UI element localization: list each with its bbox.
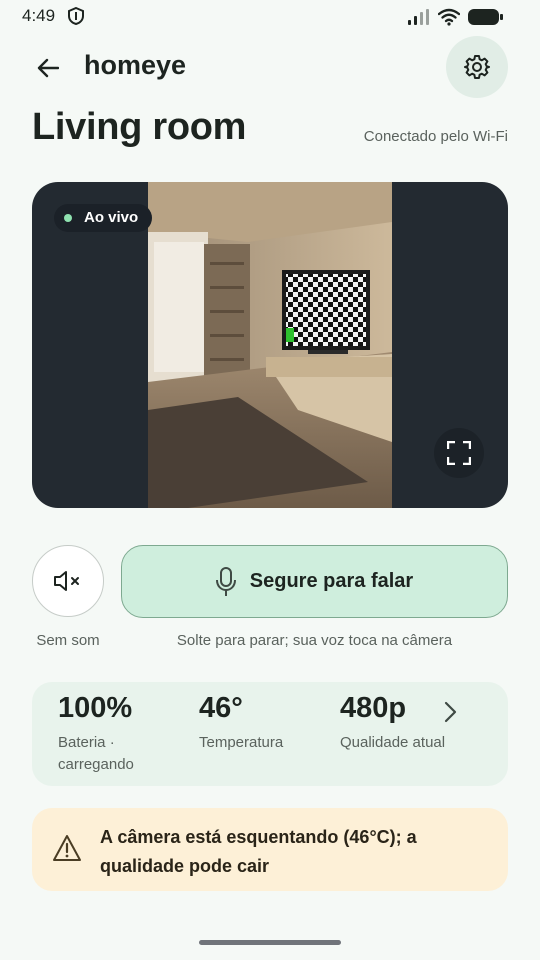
chevron-right-icon[interactable] bbox=[442, 700, 458, 724]
temperature-value: 46° bbox=[199, 692, 243, 724]
live-indicator-dot bbox=[64, 214, 72, 222]
battery-stat: 100% Bateria · carregando bbox=[58, 692, 168, 776]
mute-label: Sem som bbox=[36, 632, 100, 649]
warning-text: A câmera está esquentando (46°C); a qual… bbox=[100, 827, 417, 876]
shield-icon bbox=[68, 6, 84, 30]
quality-value: 480p bbox=[340, 692, 407, 724]
stats-card: 100% Bateria · carregando 46° Temperatur… bbox=[32, 682, 508, 786]
overheat-warning: A câmera está esquentando (46°C); a qual… bbox=[32, 808, 508, 891]
live-badge: Ao vivo bbox=[54, 204, 153, 232]
status-time: 4:49 bbox=[22, 6, 56, 25]
quality-stat[interactable]: 480p Qualidade atual bbox=[340, 692, 445, 754]
status-bar: 4:49 bbox=[0, 0, 540, 32]
settings-button[interactable] bbox=[446, 36, 508, 98]
arrow-left-icon bbox=[37, 58, 59, 78]
temperature-label: Temperatura bbox=[199, 734, 284, 751]
room-title: Living room bbox=[32, 106, 247, 148]
fullscreen-button[interactable] bbox=[434, 428, 484, 478]
mute-button[interactable] bbox=[32, 545, 104, 617]
signal-icon bbox=[408, 9, 430, 30]
quality-label: Qualidade atual bbox=[340, 734, 446, 751]
home-indicator[interactable] bbox=[199, 940, 341, 945]
status-icons bbox=[408, 8, 504, 31]
speaker-muted-icon bbox=[54, 571, 79, 591]
battery-icon bbox=[468, 8, 504, 31]
connection-status: Conectado pelo Wi-Fi bbox=[363, 128, 508, 145]
wifi-icon bbox=[437, 8, 461, 31]
push-to-talk-label: Segure para falar bbox=[249, 570, 414, 592]
push-to-talk-hint: Solte para parar; sua voz toca na câmera bbox=[176, 632, 453, 649]
live-video-card[interactable]: Ao vivo bbox=[32, 182, 508, 508]
microphone-icon bbox=[215, 566, 236, 596]
live-label: Ao vivo bbox=[84, 209, 139, 226]
fullscreen-icon bbox=[447, 441, 471, 465]
gear-icon bbox=[464, 55, 490, 79]
push-to-talk-button[interactable]: Segure para falar bbox=[121, 545, 508, 618]
warning-icon bbox=[53, 835, 81, 861]
app-bar: homeye bbox=[0, 36, 540, 100]
battery-label: Bateria · carregando bbox=[58, 734, 134, 773]
camera-feed bbox=[148, 182, 392, 508]
temperature-stat: 46° Temperatura bbox=[199, 692, 283, 754]
app-title: homeye bbox=[84, 50, 187, 80]
battery-value: 100% bbox=[58, 692, 133, 724]
back-button[interactable] bbox=[32, 52, 64, 84]
